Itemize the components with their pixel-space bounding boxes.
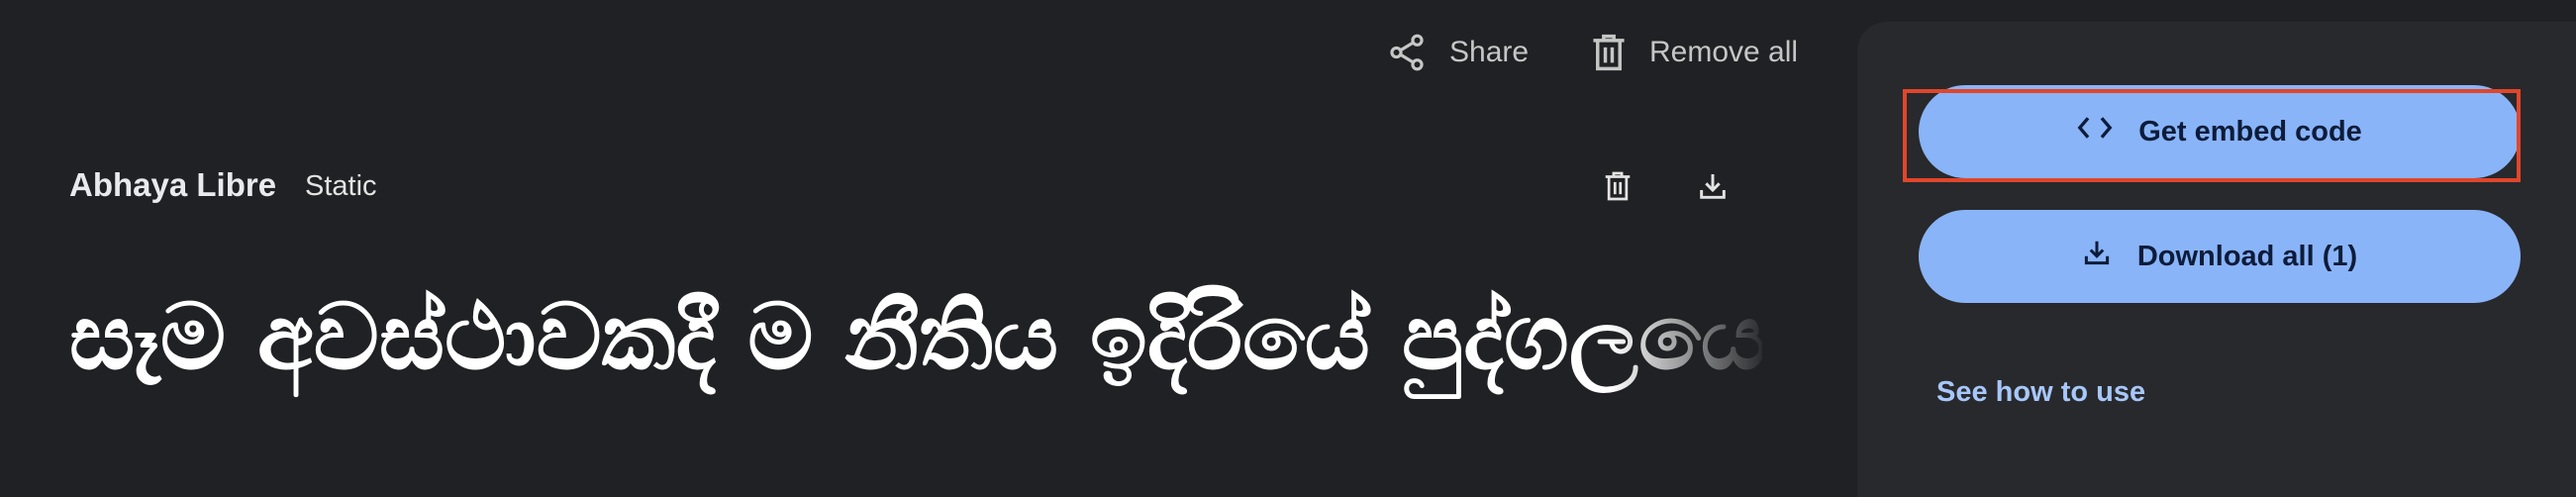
download-all-label: Download all (1)	[2136, 240, 2358, 272]
trash-icon	[1590, 32, 1628, 73]
font-style-label: Static	[305, 170, 377, 202]
download-icon	[1697, 170, 1729, 207]
see-how-to-use-link[interactable]: See how to use	[1936, 376, 2145, 409]
preview-text: සෑම අවස්ථාවකදී ම නීතිය ඉදිරියේ පුද්ගලයෙ	[69, 283, 1762, 390]
font-family-name: Abhaya Libre	[69, 166, 277, 203]
download-icon	[2082, 238, 2112, 275]
share-button[interactable]: Share	[1386, 32, 1529, 73]
selected-families-panel: Get embed code Download all (1) See how …	[1857, 22, 2576, 497]
remove-all-button[interactable]: Remove all	[1590, 32, 1798, 73]
get-embed-code-button[interactable]: Get embed code	[1919, 85, 2521, 178]
download-all-button[interactable]: Download all (1)	[1919, 210, 2521, 303]
font-preview: සෑම අවස්ථාවකදී ම නීතිය ඉදිරියේ පුද්ගලයෙ	[69, 267, 1762, 406]
download-font-button[interactable]	[1693, 168, 1733, 208]
remove-all-label: Remove all	[1649, 36, 1799, 68]
trash-icon	[1603, 169, 1633, 208]
remove-font-button[interactable]	[1598, 168, 1637, 208]
code-brackets-icon	[2077, 114, 2113, 149]
get-embed-code-label: Get embed code	[2138, 115, 2362, 148]
selected-fonts-page: Share Remove all Abhaya Libre Static සෑම…	[0, 0, 2576, 497]
share-label: Share	[1449, 36, 1530, 68]
share-icon	[1386, 32, 1428, 73]
